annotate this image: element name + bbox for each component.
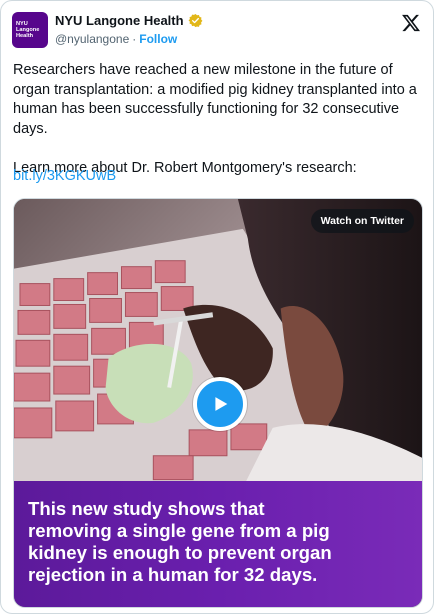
- separator-dot: ·: [132, 32, 137, 46]
- account-name[interactable]: NYU Langone Health: [55, 13, 184, 28]
- video-media[interactable]: Watch on Twitter This new study shows th…: [13, 198, 423, 608]
- verified-badge-icon: [188, 13, 203, 28]
- follow-button[interactable]: Follow: [139, 32, 177, 46]
- tweet-text: Researchers have reached a new milestone…: [13, 62, 417, 176]
- play-button[interactable]: [193, 377, 247, 431]
- video-caption: This new study shows that removing a sin…: [28, 498, 332, 585]
- x-logo-icon[interactable]: [401, 13, 421, 33]
- tweet-link[interactable]: bit.ly/3KGKUwB: [13, 168, 116, 184]
- account-name-row: NYU Langone Health: [55, 13, 203, 28]
- handle-row: @nyulangone · Follow: [55, 32, 177, 46]
- tweet-card: NYU Langone Health NYU Langone Health @n…: [0, 0, 434, 614]
- account-avatar[interactable]: NYU Langone Health: [12, 12, 48, 48]
- avatar-logo-line1: NYU Langone: [16, 21, 40, 33]
- account-handle[interactable]: @nyulangone: [55, 32, 129, 46]
- avatar-logo-line2: Health: [16, 33, 34, 39]
- watch-on-twitter-button[interactable]: Watch on Twitter: [310, 209, 414, 233]
- play-icon: [215, 397, 228, 411]
